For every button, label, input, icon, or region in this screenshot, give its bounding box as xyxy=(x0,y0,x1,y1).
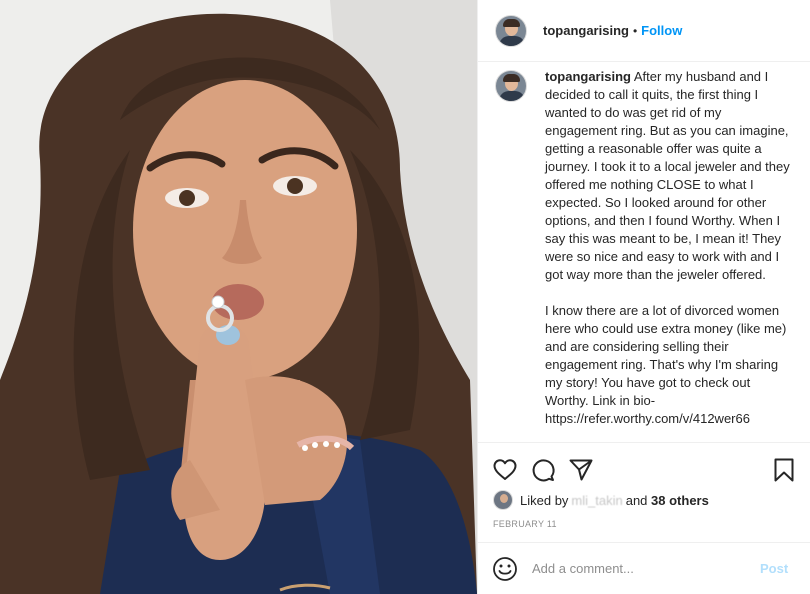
photo-illustration xyxy=(0,0,477,594)
liker-avatar[interactable] xyxy=(493,490,513,510)
liker-username[interactable]: mli_takin xyxy=(571,493,622,508)
emoji-icon[interactable] xyxy=(492,556,518,582)
comment-icon[interactable] xyxy=(530,457,556,483)
likes-others-link[interactable]: 38 others xyxy=(651,493,709,508)
share-icon[interactable] xyxy=(568,457,594,483)
caption-avatar[interactable] xyxy=(495,70,527,102)
post-header: topangarising • Follow xyxy=(478,0,810,62)
header-separator: • xyxy=(632,23,638,38)
post-date[interactable]: FEBRUARY 11 xyxy=(493,519,557,529)
bookmark-icon[interactable] xyxy=(771,457,797,483)
likes-summary: Liked by mli_takin and 38 others xyxy=(493,490,709,510)
post-photo[interactable] xyxy=(0,0,477,594)
caption-text-block: topangarising After my husband and I dec… xyxy=(545,68,794,442)
follow-button[interactable]: Follow xyxy=(641,23,682,38)
post-caption: topangarising After my husband and I dec… xyxy=(478,62,810,442)
caption-username[interactable]: topangarising xyxy=(545,69,631,84)
likes-connector: and xyxy=(625,492,648,508)
action-icon-row xyxy=(492,457,797,483)
author-avatar[interactable] xyxy=(495,14,527,47)
caption-body: After my husband and I decided to call i… xyxy=(545,69,790,426)
comment-input[interactable] xyxy=(532,561,752,576)
post-side-panel: topangarising • Follow topangarising Aft… xyxy=(477,0,810,594)
author-username[interactable]: topangarising xyxy=(543,23,629,38)
likes-prefix: Liked by xyxy=(520,492,569,508)
likes-text: Liked by mli_takin and 38 others xyxy=(520,493,709,508)
comment-bar: Post xyxy=(478,542,810,594)
post-comment-button[interactable]: Post xyxy=(760,561,788,576)
heart-icon[interactable] xyxy=(492,457,518,483)
post-actions-section: Liked by mli_takin and 38 others FEBRUARY … xyxy=(478,442,810,592)
